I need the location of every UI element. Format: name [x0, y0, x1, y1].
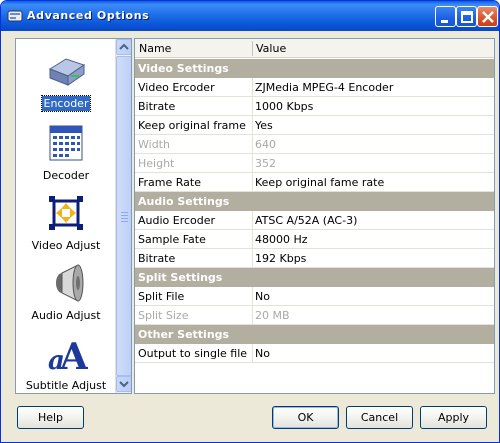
property-row[interactable]: Bitrate 1000 Kbps	[135, 97, 494, 116]
chevron-up-icon	[119, 43, 129, 50]
nav-item-audio-adjust[interactable]: Audio Adjust	[16, 261, 116, 331]
nav-label-decoder: Decoder	[42, 169, 90, 182]
property-row[interactable]: Keep original frame s...Yes	[135, 116, 494, 135]
property-row: Height 352	[135, 154, 494, 173]
decoder-calendar-icon	[49, 125, 83, 161]
property-row[interactable]: Split File No	[135, 287, 494, 306]
help-button[interactable]: Help	[17, 406, 84, 429]
subtitle-font-icon: a A	[48, 336, 88, 375]
section-split-settings: Split Settings	[135, 268, 494, 287]
encoder-drive-icon	[48, 58, 86, 86]
scroll-down-button[interactable]	[116, 376, 131, 392]
close-icon	[482, 11, 494, 23]
dialog-body: Encoder Decoder Video Adjust Audio Adjus…	[5, 31, 495, 439]
nav-item-subtitle-adjust[interactable]: a A Subtitle Adjust	[16, 331, 116, 393]
title-bar[interactable]: Advanced Options	[1, 1, 499, 31]
category-list[interactable]: Encoder Decoder Video Adjust Audio Adjus…	[15, 38, 132, 394]
scroll-thumb[interactable]	[116, 56, 131, 376]
cancel-button[interactable]: Cancel	[346, 406, 413, 429]
property-row[interactable]: Frame Rate Keep original fame rate	[135, 173, 494, 192]
section-other-settings: Other Settings	[135, 325, 494, 344]
property-row[interactable]: Bitrate 192 Kbps	[135, 249, 494, 268]
video-adjust-icon	[49, 196, 83, 230]
nav-label-video-adjust: Video Adjust	[31, 239, 101, 252]
close-button[interactable]	[477, 6, 498, 27]
chevron-down-icon	[119, 381, 129, 388]
grid-header: Name Value	[135, 39, 494, 58]
column-header-name[interactable]: Name	[139, 42, 171, 55]
minimize-icon	[441, 20, 448, 23]
category-scrollbar[interactable]	[115, 39, 131, 393]
nav-label-audio-adjust: Audio Adjust	[31, 309, 101, 322]
property-row[interactable]: Audio Ercoder ATSC A/52A (AC-3)	[135, 211, 494, 230]
maximize-button[interactable]	[456, 6, 477, 27]
apply-button[interactable]: Apply	[420, 406, 487, 429]
section-video-settings: Video Settings	[135, 59, 494, 78]
app-icon	[7, 10, 23, 22]
nav-item-decoder[interactable]: Decoder	[16, 121, 116, 191]
property-row: Width 640	[135, 135, 494, 154]
advanced-options-dialog: Advanced Options Encoder Decoder Video A…	[0, 0, 500, 443]
property-row[interactable]: Output to single file No	[135, 344, 494, 363]
property-row: Split Size 20 MB	[135, 306, 494, 325]
property-grid[interactable]: Name Value Video Settings Video Ercoder Z…	[134, 38, 495, 394]
property-row[interactable]: Video Ercoder ZJMedia MPEG-4 Encoder	[135, 78, 494, 97]
svg-text:A: A	[59, 336, 88, 375]
maximize-icon	[461, 11, 473, 23]
scroll-up-button[interactable]	[116, 39, 131, 55]
ok-button[interactable]: OK	[272, 406, 339, 429]
nav-label-encoder: Encoder	[40, 95, 92, 112]
speaker-icon	[56, 264, 84, 302]
window-title: Advanced Options	[27, 9, 150, 22]
minimize-button[interactable]	[435, 6, 456, 27]
nav-item-video-adjust[interactable]: Video Adjust	[16, 191, 116, 261]
section-audio-settings: Audio Settings	[135, 192, 494, 211]
nav-label-subtitle-adjust: Subtitle Adjust	[25, 379, 107, 392]
nav-item-encoder[interactable]: Encoder	[16, 49, 116, 119]
property-row[interactable]: Sample Fate 48000 Hz	[135, 230, 494, 249]
column-header-value[interactable]: Value	[256, 42, 286, 55]
